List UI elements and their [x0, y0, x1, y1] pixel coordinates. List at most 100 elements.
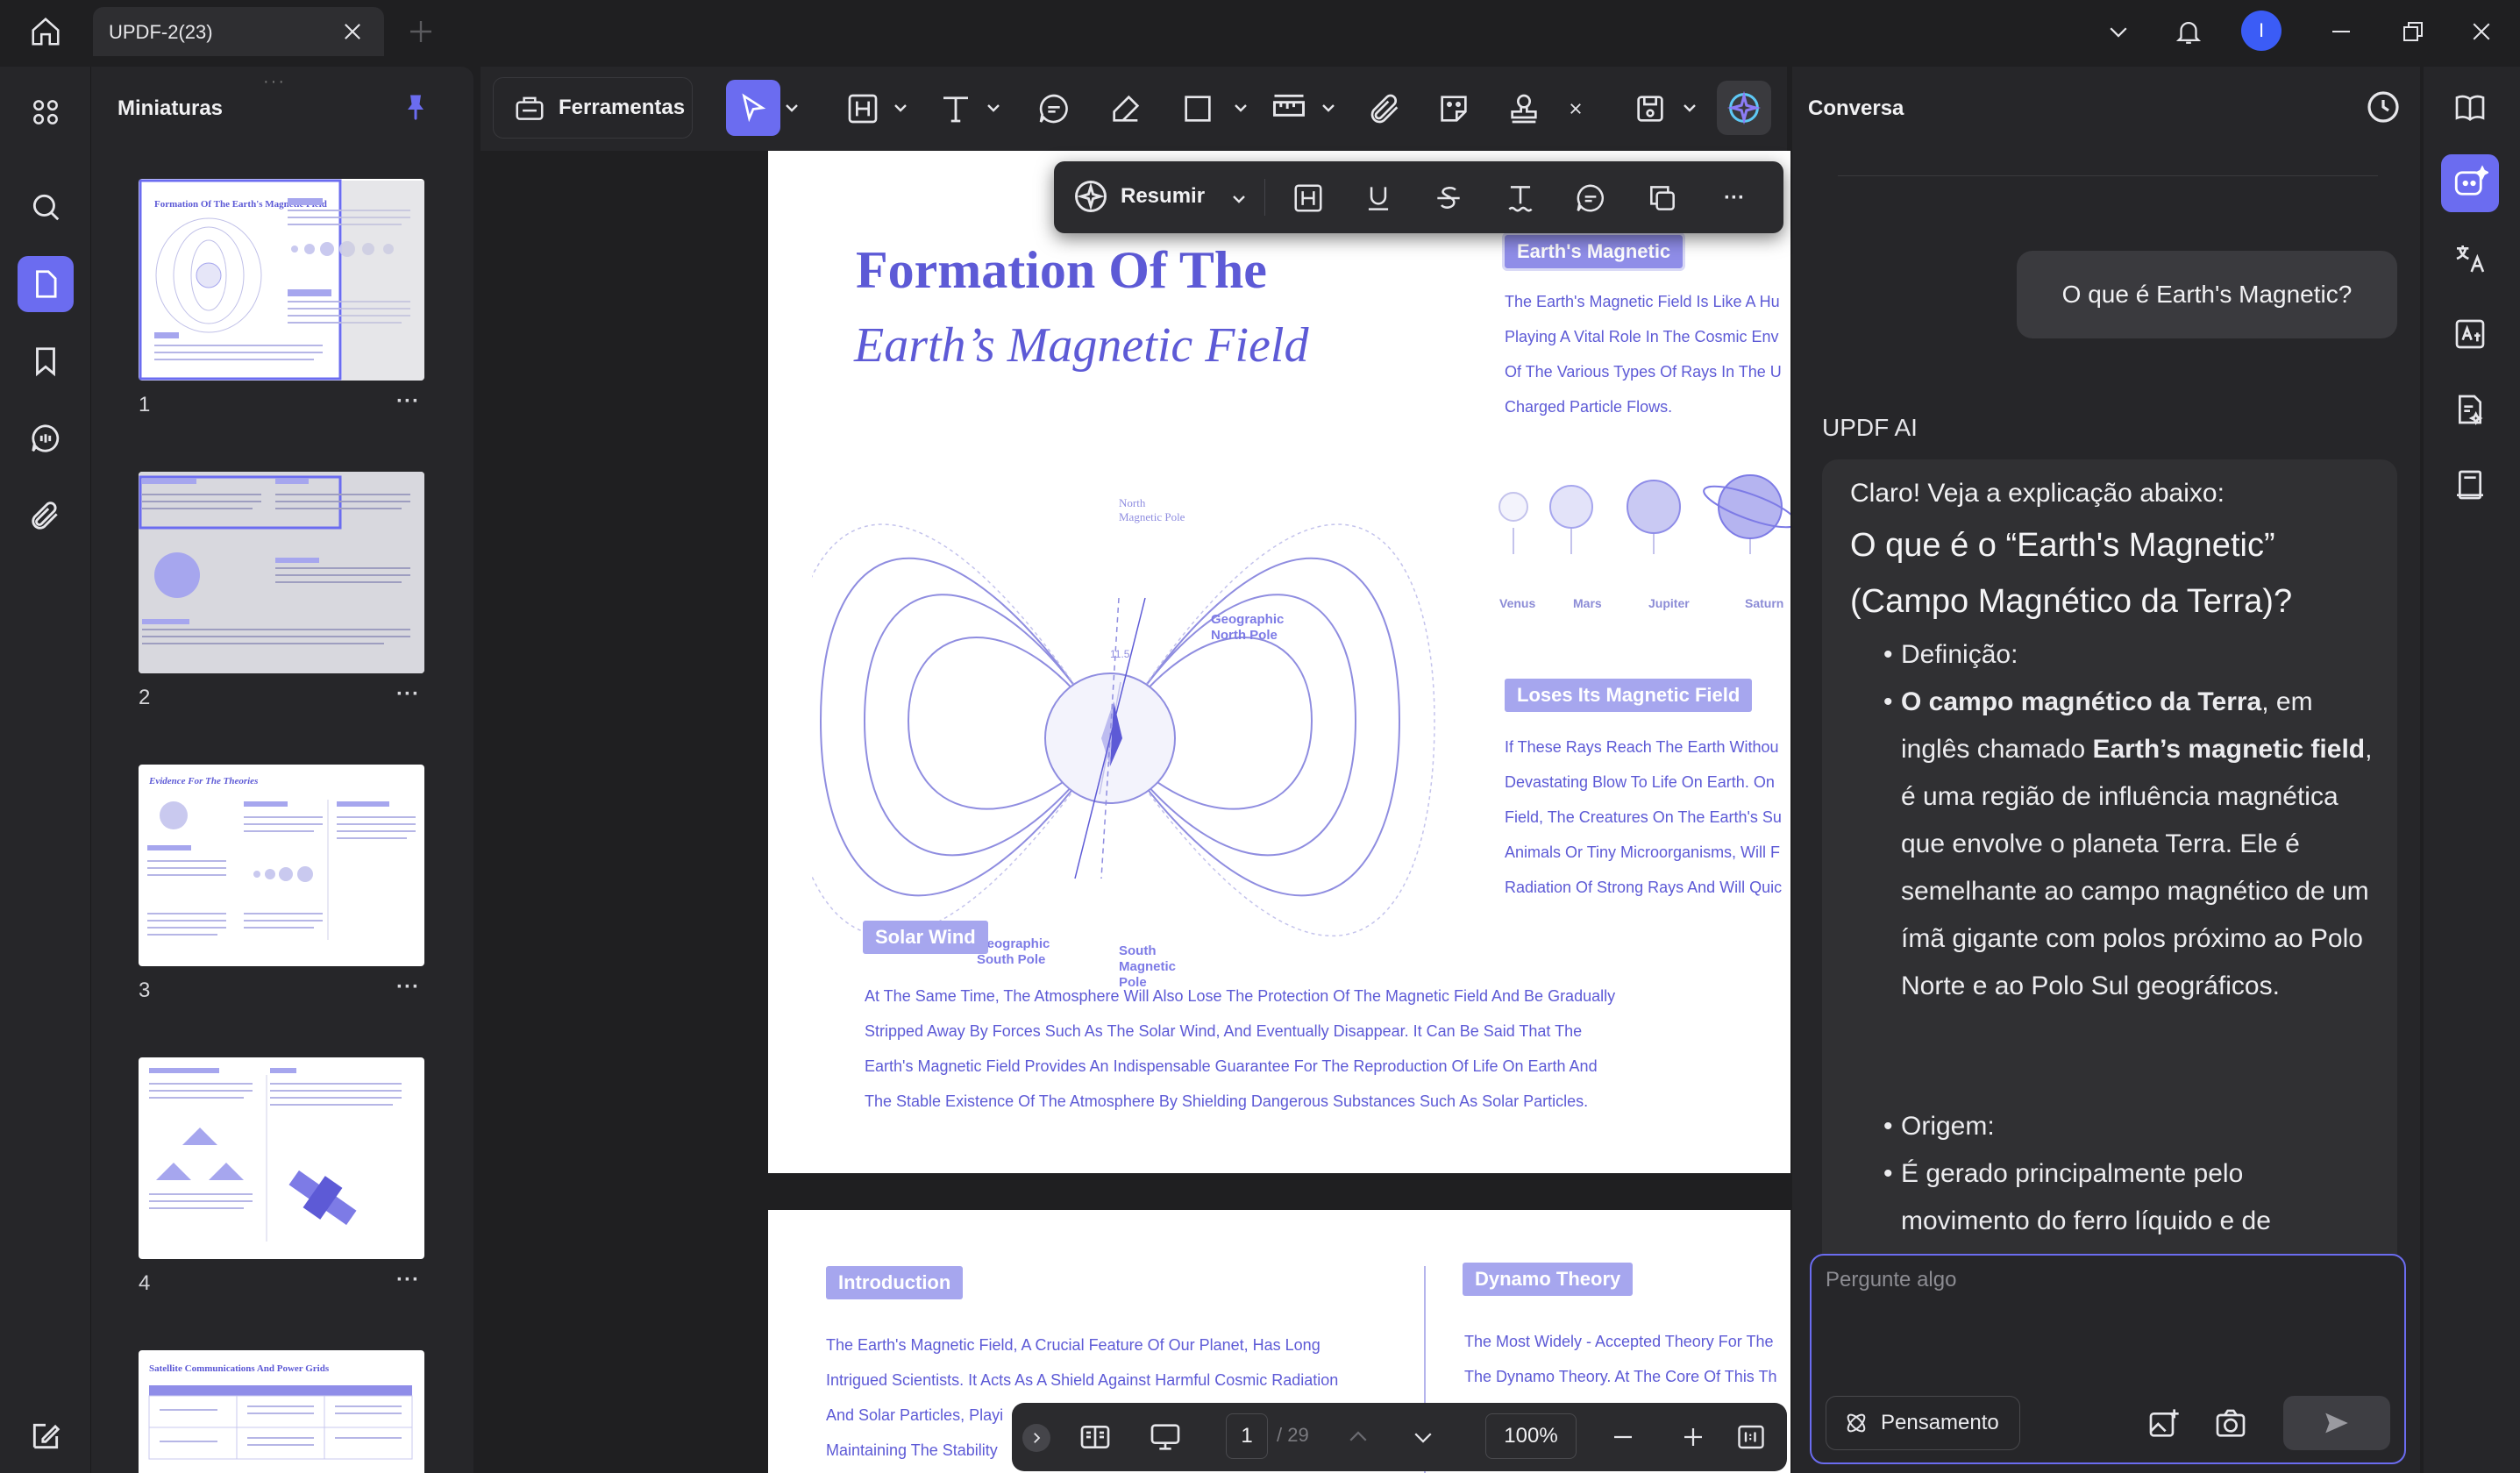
notifications-button[interactable] [2169, 12, 2208, 51]
underline-button[interactable] [1361, 181, 1396, 216]
comment-tool[interactable] [1035, 89, 1073, 128]
ai-logo-icon [1726, 90, 1762, 125]
thumbnail-more-4[interactable]: ··· [396, 1268, 420, 1292]
page-layout-button[interactable] [1077, 1419, 1114, 1455]
user-avatar[interactable]: I [2241, 11, 2282, 51]
close-window-button[interactable] [2462, 12, 2501, 51]
search-button[interactable] [18, 179, 74, 235]
pin-icon[interactable] [400, 89, 431, 125]
document-tab[interactable]: UPDF-2(23) [93, 7, 384, 56]
thumb-title-3: Evidence For The Theories [148, 776, 258, 786]
page-thumbnail-1[interactable]: Formation Of The Earth's Magnetic Field [139, 179, 424, 381]
pdf-page-1[interactable]: Formation Of The Earth’s Magnetic Field … [768, 151, 1790, 1173]
actual-size-button[interactable] [1733, 1419, 1769, 1455]
select-tool-button[interactable] [726, 80, 780, 136]
translate-button[interactable] [2441, 230, 2499, 288]
summarize-caret-icon[interactable] [1231, 193, 1247, 205]
ai-assistant-button[interactable] [2441, 154, 2499, 212]
next-page-button[interactable] [1405, 1419, 1442, 1455]
screenshot-icon[interactable] [2213, 1406, 2248, 1441]
sticker-tool[interactable] [1434, 89, 1473, 128]
select-tool-caret-icon[interactable] [784, 102, 800, 114]
save-caret-icon[interactable] [1682, 102, 1698, 114]
copy-button[interactable] [1645, 181, 1680, 216]
presentation-button[interactable] [1147, 1419, 1184, 1455]
highlight-text-button[interactable] [1291, 181, 1326, 216]
summarize-label: Resumir [1121, 184, 1206, 208]
updf-ai-button[interactable] [1717, 81, 1771, 135]
reader-mode-button[interactable] [2441, 79, 2499, 137]
ai-list-item-definition: • Definição: [1883, 631, 2374, 679]
tag-introduction: Introduction [826, 1266, 964, 1299]
apps-button[interactable] [18, 84, 74, 140]
label-south-magnetic-1: South [1119, 943, 1157, 958]
loses-text-5: Radiation Of Strong Rays And Will Quic [1505, 879, 1783, 896]
thumbnail-more-1[interactable]: ··· [396, 389, 420, 414]
page-thumbnail-2[interactable] [139, 472, 424, 673]
planet-label-saturn: Saturn [1745, 596, 1784, 610]
restore-button[interactable] [2394, 12, 2432, 51]
previous-page-button[interactable] [1340, 1419, 1377, 1455]
thumbnail-more-3[interactable]: ··· [396, 975, 420, 1000]
measure-tool[interactable] [1270, 89, 1308, 128]
send-button[interactable] [2283, 1396, 2390, 1450]
attachments-button[interactable] [18, 487, 74, 544]
home-button[interactable] [19, 11, 72, 53]
text-box-caret-icon[interactable] [893, 102, 908, 114]
home-icon [32, 18, 60, 46]
ai-sparkle-icon [1075, 181, 1107, 212]
organize-pages-button[interactable] [2441, 456, 2499, 514]
text-box-tool[interactable] [844, 89, 882, 128]
panel-resize-grip[interactable]: ··· [263, 72, 286, 92]
comments-button[interactable] [18, 410, 74, 466]
zoom-level[interactable]: 100% [1485, 1413, 1577, 1459]
collapse-nav-button[interactable] [1022, 1424, 1050, 1452]
typewriter-tool[interactable] [936, 89, 975, 128]
close-tab-icon[interactable] [340, 19, 365, 44]
text-wave-icon [1508, 186, 1533, 212]
typewriter-caret-icon[interactable] [986, 102, 1001, 114]
highlighter-tool[interactable] [1107, 89, 1145, 128]
toolbar-close-button[interactable] [1564, 89, 1587, 128]
thumbnails-button[interactable] [18, 256, 74, 312]
thinking-mode-button[interactable]: Pensamento [1826, 1396, 2020, 1450]
shape-caret-icon[interactable] [1233, 102, 1249, 114]
page-number-input[interactable]: 1 [1226, 1413, 1268, 1459]
restore-icon [2403, 22, 2423, 41]
edit-layout-button[interactable] [18, 1408, 74, 1464]
history-icon[interactable] [2362, 86, 2404, 128]
highlight-box-icon [1294, 184, 1322, 212]
ocr-button[interactable] [2441, 305, 2499, 363]
save-button[interactable] [1631, 89, 1669, 128]
earth-text-2: Playing A Vital Role In The Cosmic Env [1505, 328, 1779, 345]
page-thumbnail-3[interactable]: Evidence For The Theories [139, 765, 424, 966]
zoom-out-button[interactable] [1605, 1419, 1641, 1455]
stamp-tool[interactable] [1505, 89, 1543, 128]
comment-selection-button[interactable] [1573, 181, 1608, 216]
zoom-in-button[interactable] [1675, 1419, 1712, 1455]
chevron-down-icon [1414, 1433, 1432, 1443]
attach-tool[interactable] [1366, 89, 1405, 128]
image-upload-icon[interactable] [2146, 1406, 2182, 1441]
page-thumbnail-4[interactable] [139, 1057, 424, 1259]
new-tab-icon[interactable] [405, 16, 437, 47]
shape-tool[interactable] [1178, 89, 1217, 128]
layers-pen-icon [32, 1423, 61, 1449]
intro-text-4: Maintaining The Stability [826, 1441, 998, 1459]
strikethrough-button[interactable] [1431, 181, 1466, 216]
tools-button-label: Ferramentas [559, 96, 686, 119]
page-thumbnail-5[interactable]: Satellite Communications And Power Grids [139, 1350, 424, 1473]
measure-caret-icon[interactable] [1321, 102, 1336, 114]
summarize-button[interactable]: Resumir [1071, 177, 1205, 216]
squiggly-button[interactable] [1503, 181, 1538, 216]
chat-input[interactable] [1826, 1268, 2387, 1338]
tabs-dropdown-button[interactable] [2099, 12, 2138, 51]
ai-summary-doc-button[interactable] [2441, 381, 2499, 438]
more-options-button[interactable]: ··· [1717, 181, 1752, 216]
label-south-magnetic-2: Magnetic [1119, 959, 1176, 974]
tools-button[interactable]: Ferramentas [493, 77, 693, 139]
bookmarks-button[interactable] [18, 333, 74, 389]
thumbnail-more-2[interactable]: ··· [396, 682, 420, 707]
minimize-button[interactable] [2322, 12, 2360, 51]
chevron-right-icon [1034, 1433, 1041, 1443]
